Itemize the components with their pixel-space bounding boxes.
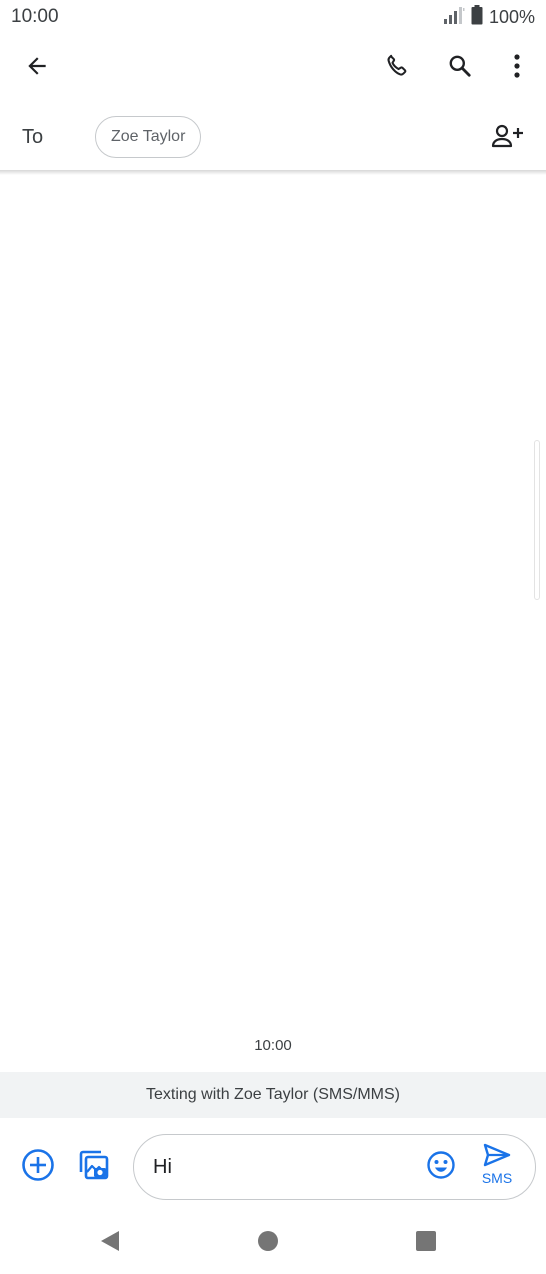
search-button[interactable]	[436, 44, 484, 92]
nav-recents-icon	[415, 1230, 437, 1257]
add-circle-icon	[21, 1148, 55, 1187]
emoji-button[interactable]	[417, 1143, 465, 1191]
compose-row: Hi SMS	[0, 1133, 546, 1201]
recipient-name: Zoe Taylor	[111, 128, 186, 145]
recipient-row: To Zoe Taylor	[0, 108, 546, 170]
app-bar	[0, 40, 546, 98]
message-timestamp: 10:00	[254, 1037, 292, 1054]
send-button[interactable]: SMS	[470, 1143, 524, 1193]
status-icons: 100%	[443, 4, 535, 30]
conversation-info-text: Texting with Zoe Taylor (SMS/MMS)	[146, 1086, 400, 1103]
battery-percent: 100%	[488, 6, 535, 27]
add-person-icon	[491, 123, 525, 154]
emoji-icon	[426, 1150, 456, 1185]
signal-icon	[443, 5, 465, 30]
add-attachment-button[interactable]	[14, 1143, 62, 1191]
system-nav-bar	[0, 1212, 546, 1274]
conversation-info: Texting with Zoe Taylor (SMS/MMS)	[0, 1072, 546, 1118]
add-recipient-button[interactable]	[484, 114, 532, 162]
search-icon	[447, 53, 473, 84]
message-input-text[interactable]: Hi	[153, 1156, 172, 1179]
recipient-chip[interactable]: Zoe Taylor	[95, 116, 202, 158]
more-options-button[interactable]	[493, 44, 541, 92]
messaging-screen: 10:00 100% To Zoe Taylor 10:00 Texting w…	[0, 0, 546, 1274]
header-divider	[0, 170, 546, 175]
status-time: 10:00	[11, 6, 59, 27]
more-vert-icon	[513, 53, 521, 84]
back-arrow-icon	[24, 53, 50, 84]
gallery-button[interactable]	[70, 1143, 118, 1191]
scrollbar[interactable]	[534, 440, 540, 600]
back-button[interactable]	[13, 44, 61, 92]
phone-icon	[384, 53, 410, 84]
send-label: SMS	[481, 1170, 513, 1186]
nav-home-button[interactable]	[246, 1221, 290, 1265]
call-button[interactable]	[373, 44, 421, 92]
nav-back-button[interactable]	[88, 1221, 132, 1265]
gallery-icon	[77, 1148, 111, 1187]
status-bar: 10:00 100%	[0, 0, 546, 34]
to-label: To	[22, 126, 44, 148]
nav-recents-button[interactable]	[404, 1221, 448, 1265]
nav-back-icon	[99, 1229, 121, 1258]
nav-home-icon	[257, 1230, 279, 1257]
message-compose-field[interactable]: Hi SMS	[133, 1134, 536, 1200]
battery-icon	[471, 4, 483, 30]
send-icon	[482, 1143, 512, 1172]
